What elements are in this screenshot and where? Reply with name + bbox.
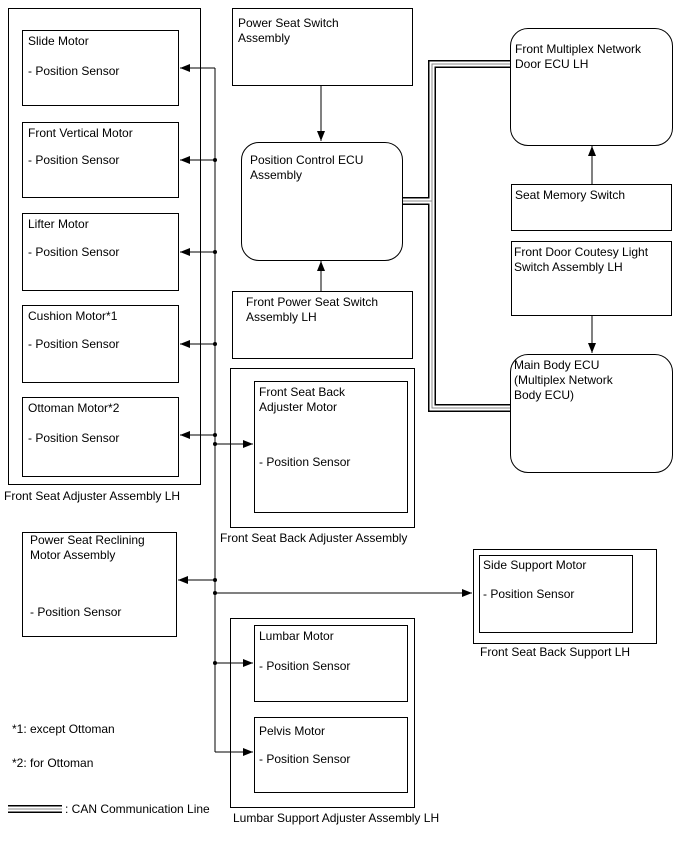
pelvis-motor-box: Pelvis Motor - Position Sensor: [254, 717, 408, 793]
side-support-label: Front Seat Back Support LH: [480, 645, 631, 659]
sensor-label: - Position Sensor: [259, 455, 351, 469]
front-power-seat-switch-label: Front Power Seat Switch Assembly LH: [246, 295, 379, 324]
sensor-label: - Position Sensor: [483, 587, 575, 601]
front-power-seat-switch-box: Front Power Seat Switch Assembly LH: [232, 291, 413, 359]
courtesy-light-switch-box: Front Door Coutesy Light Switch Assembly…: [511, 241, 672, 316]
door-ecu-label: Front Multiplex Network Door ECU LH: [515, 42, 642, 71]
back-adjuster-motor-box: Front Seat Back Adjuster Motor - Positio…: [254, 381, 408, 513]
sensor-label: - Position Sensor: [28, 153, 120, 167]
slide-motor-box: Slide Motor - Position Sensor: [22, 30, 179, 106]
motor-name: Cushion Motor*1: [28, 309, 118, 323]
seat-memory-switch-box: Seat Memory Switch: [511, 184, 672, 231]
motor-name: Front Seat Back Adjuster Motor: [259, 385, 346, 414]
sensor-label: - Position Sensor: [259, 752, 351, 766]
cushion-motor-box: Cushion Motor*1 - Position Sensor: [22, 305, 179, 383]
main-body-ecu-label: Main Body ECU (Multiplex Network Body EC…: [514, 358, 613, 402]
motor-name: Power Seat Reclining Motor Assembly: [30, 533, 145, 562]
main-body-ecu-box: Main Body ECU (Multiplex Network Body EC…: [510, 354, 673, 473]
power-seat-switch-box: Power Seat Switch Assembly: [232, 8, 413, 86]
motor-name: Slide Motor: [28, 34, 89, 48]
side-support-motor-box: Side Support Motor - Position Sensor: [479, 555, 633, 633]
door-ecu-box: Front Multiplex Network Door ECU LH: [510, 28, 673, 146]
footnote-2: *2: for Ottoman: [12, 756, 94, 770]
courtesy-switch-label: Front Door Coutesy Light Switch Assembly…: [514, 245, 649, 274]
sensor-label: - Position Sensor: [259, 659, 351, 673]
ottoman-motor-box: Ottoman Motor*2 - Position Sensor: [22, 397, 179, 477]
lifter-motor-box: Lifter Motor - Position Sensor: [22, 213, 179, 291]
sensor-label: - Position Sensor: [28, 64, 120, 78]
motor-name: Ottoman Motor*2: [28, 401, 120, 415]
recliner-motor-box: Power Seat Reclining Motor Assembly - Po…: [22, 532, 177, 637]
seat-memory-switch-label: Seat Memory Switch: [515, 188, 626, 202]
footnote-1: *1: except Ottoman: [12, 722, 115, 736]
motor-name: Lifter Motor: [28, 217, 89, 231]
sensor-label: - Position Sensor: [28, 431, 120, 445]
sensor-label: - Position Sensor: [28, 245, 120, 259]
sensor-label: - Position Sensor: [30, 605, 122, 619]
can-legend-label: : CAN Communication Line: [65, 802, 210, 816]
lumbar-assembly-label: Lumbar Support Adjuster Assembly LH: [233, 811, 440, 825]
position-ecu-label: Position Control ECU Assembly: [250, 153, 364, 182]
motor-name: Lumbar Motor: [259, 629, 334, 643]
motor-name: Front Vertical Motor: [28, 126, 133, 140]
front-vertical-motor-box: Front Vertical Motor - Position Sensor: [22, 122, 179, 198]
sensor-label: - Position Sensor: [28, 337, 120, 351]
motor-name: Side Support Motor: [483, 558, 587, 572]
position-control-ecu-box: Position Control ECU Assembly: [241, 142, 403, 261]
back-adjuster-assembly-label: Front Seat Back Adjuster Assembly: [220, 531, 408, 545]
adjuster-assembly-label: Front Seat Adjuster Assembly LH: [4, 489, 181, 503]
lumbar-motor-box: Lumbar Motor - Position Sensor: [254, 625, 408, 702]
power-seat-switch-label: Power Seat Switch Assembly: [238, 16, 339, 45]
motor-name: Pelvis Motor: [259, 724, 326, 738]
